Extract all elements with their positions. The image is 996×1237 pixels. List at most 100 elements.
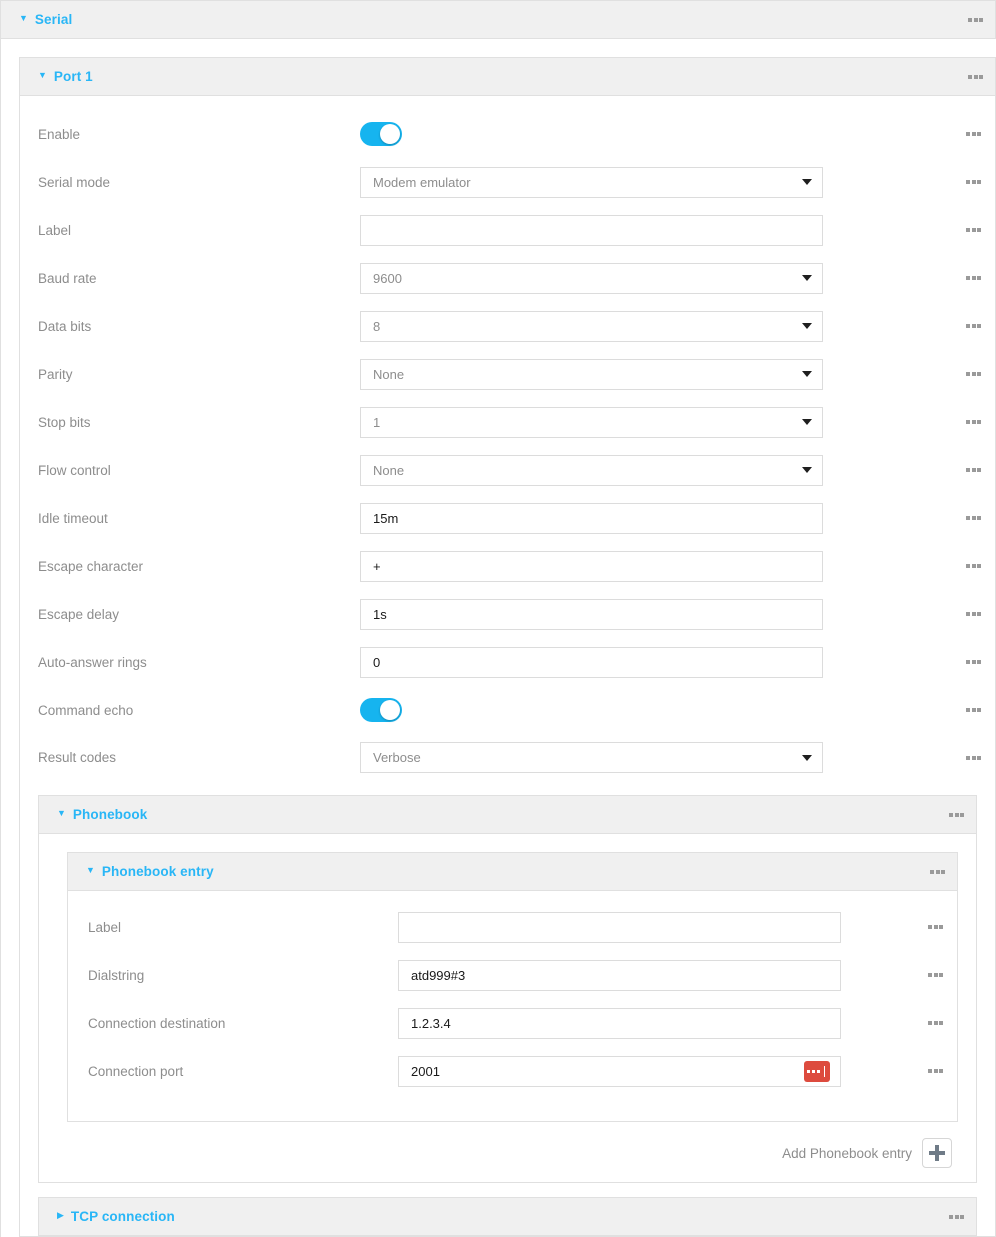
label-escape-character: Escape character — [38, 558, 144, 574]
select-parity-value: None — [373, 366, 405, 382]
field-row-dialstring: Dialstring atd999#3 — [68, 951, 957, 999]
field-row-auto-answer-rings: Auto-answer rings 0 — [20, 638, 995, 686]
input-auto-answer-rings-value: 0 — [373, 654, 381, 670]
chevron-down-icon — [802, 275, 812, 281]
field-row-pb-label: Label — [68, 903, 957, 951]
phonebook-entry-section: ▼ Phonebook entry Label Dialstring atd99… — [67, 852, 958, 1122]
phonebook-section-header[interactable]: ▼ Phonebook — [38, 795, 977, 834]
plus-icon[interactable] — [922, 1138, 952, 1168]
input-escape-character[interactable]: + — [360, 550, 823, 582]
select-serial-mode-value: Modem emulator — [373, 174, 471, 190]
label-command-echo: Command echo — [38, 702, 134, 718]
red-ellipsis-button[interactable] — [804, 1060, 830, 1082]
phonebook-entry-header[interactable]: ▼ Phonebook entry — [67, 852, 958, 891]
phonebook-entry-body: Label Dialstring atd999#3 Connection des… — [67, 891, 958, 1122]
serial-section: ▼ Serial ▼ Port 1 Enable Serial mode Mod… — [0, 0, 996, 1237]
serial-section-header[interactable]: ▼ Serial — [0, 0, 996, 39]
row-kebab-menu-icon[interactable] — [966, 180, 981, 184]
select-result-codes[interactable]: Verbose — [360, 742, 823, 773]
select-serial-mode[interactable]: Modem emulator — [360, 166, 823, 198]
row-kebab-menu-icon[interactable] — [966, 372, 981, 376]
input-dialstring[interactable]: atd999#3 — [398, 959, 841, 991]
input-idle-timeout[interactable]: 15m — [360, 502, 823, 534]
caret-down-icon[interactable]: ▼ — [57, 809, 66, 818]
toggle-enable[interactable] — [360, 122, 402, 146]
input-pb-label[interactable] — [398, 911, 841, 943]
input-connection-port[interactable]: 2001 — [398, 1055, 841, 1087]
label-label: Label — [38, 222, 72, 238]
serial-kebab-menu-icon[interactable] — [968, 17, 983, 22]
row-kebab-menu-icon[interactable] — [966, 276, 981, 280]
label-connection-destination: Connection destination — [88, 1015, 226, 1031]
field-row-flow-control: Flow control None — [20, 446, 995, 494]
select-data-bits[interactable]: 8 — [360, 310, 823, 342]
caret-down-icon[interactable]: ▼ — [19, 14, 28, 23]
field-row-stop-bits: Stop bits 1 — [20, 398, 995, 446]
field-row-command-echo: Command echo — [20, 686, 995, 734]
input-auto-answer-rings[interactable]: 0 — [360, 646, 823, 678]
input-escape-delay-value: 1s — [373, 606, 387, 622]
port1-kebab-menu-icon[interactable] — [968, 74, 983, 79]
phonebook-entry-kebab-menu-icon[interactable] — [930, 869, 945, 874]
input-connection-port-value: 2001 — [411, 1063, 440, 1079]
label-parity: Parity — [38, 366, 73, 382]
row-kebab-menu-icon[interactable] — [966, 564, 981, 568]
row-kebab-menu-icon[interactable] — [966, 755, 981, 760]
input-label[interactable] — [360, 214, 823, 246]
row-kebab-menu-icon[interactable] — [966, 612, 981, 616]
label-result-codes: Result codes — [38, 750, 117, 765]
label-serial-mode: Serial mode — [38, 174, 111, 190]
label-enable: Enable — [38, 126, 81, 142]
row-kebab-menu-icon[interactable] — [966, 132, 981, 136]
select-stop-bits[interactable]: 1 — [360, 406, 823, 438]
field-row-connection-port: Connection port 2001 — [68, 1047, 957, 1095]
input-connection-destination[interactable]: 1.2.3.4 — [398, 1007, 841, 1039]
chevron-down-icon — [802, 179, 812, 185]
label-pb-label: Label — [88, 919, 122, 935]
phonebook-section-body: ▼ Phonebook entry Label Dialstring atd99… — [38, 834, 977, 1183]
row-kebab-menu-icon[interactable] — [928, 973, 943, 977]
row-kebab-menu-icon[interactable] — [966, 708, 981, 712]
caret-right-icon[interactable]: ▶ — [57, 1211, 64, 1220]
phonebook-kebab-menu-icon[interactable] — [949, 812, 964, 817]
port1-section-title: Port 1 — [53, 69, 93, 84]
label-baud-rate: Baud rate — [38, 270, 97, 286]
input-connection-destination-value: 1.2.3.4 — [411, 1015, 451, 1031]
caret-down-icon[interactable]: ▼ — [86, 866, 95, 875]
field-row-parity: Parity None — [20, 350, 995, 398]
chevron-down-icon — [802, 754, 812, 761]
phonebook-section: ▼ Phonebook ▼ Phonebook entry Label Dial… — [38, 795, 977, 1183]
field-row-escape-delay: Escape delay 1s — [20, 590, 995, 638]
row-kebab-menu-icon[interactable] — [928, 1021, 943, 1025]
select-flow-control[interactable]: None — [360, 454, 823, 486]
row-kebab-menu-icon[interactable] — [966, 468, 981, 472]
toggle-command-echo[interactable] — [360, 698, 402, 722]
select-stop-bits-value: 1 — [373, 414, 381, 430]
serial-section-body: ▼ Port 1 Enable Serial mode Modem emulat… — [0, 39, 996, 1237]
input-escape-delay[interactable]: 1s — [360, 598, 823, 630]
serial-section-title: Serial — [34, 12, 73, 27]
add-phonebook-entry-row: Add Phonebook entry — [39, 1122, 976, 1182]
phonebook-section-title: Phonebook — [72, 807, 148, 822]
row-kebab-menu-icon[interactable] — [966, 660, 981, 664]
port1-section-header[interactable]: ▼ Port 1 — [19, 57, 996, 96]
row-kebab-menu-icon[interactable] — [966, 516, 981, 520]
row-kebab-menu-icon[interactable] — [966, 324, 981, 328]
row-kebab-menu-icon[interactable] — [966, 420, 981, 424]
caret-down-icon[interactable]: ▼ — [38, 71, 47, 80]
select-parity[interactable]: None — [360, 358, 823, 390]
select-flow-control-value: None — [373, 462, 405, 478]
tcp-connection-section: ▶ TCP connection — [38, 1197, 977, 1236]
row-kebab-menu-icon[interactable] — [928, 925, 943, 929]
chevron-down-icon — [802, 371, 812, 377]
chevron-down-icon — [802, 419, 812, 425]
field-row-connection-destination: Connection destination 1.2.3.4 — [68, 999, 957, 1047]
tcp-connection-title: TCP connection — [70, 1209, 175, 1224]
row-kebab-menu-icon[interactable] — [928, 1069, 943, 1073]
input-dialstring-value: atd999#3 — [411, 967, 466, 983]
select-baud-rate[interactable]: 9600 — [360, 262, 823, 294]
input-idle-timeout-value: 15m — [373, 510, 399, 526]
row-kebab-menu-icon[interactable] — [966, 228, 981, 232]
tcp-connection-header[interactable]: ▶ TCP connection — [38, 1197, 977, 1236]
field-row-escape-character: Escape character + — [20, 542, 995, 590]
